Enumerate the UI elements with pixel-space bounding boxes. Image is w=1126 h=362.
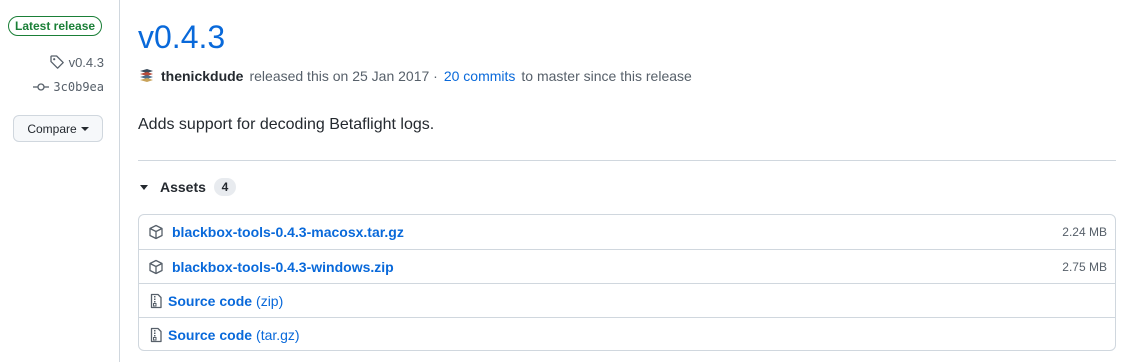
commit-link[interactable]: 3c0b9ea	[33, 80, 104, 94]
asset-row[interactable]: blackbox-tools-0.4.3-windows.zip 2.75 MB	[139, 249, 1115, 283]
source-code-format[interactable]: (zip)	[256, 293, 283, 309]
file-zip-icon	[150, 327, 162, 342]
tag-link[interactable]: v0.4.3	[49, 54, 104, 70]
compare-button-label: Compare	[27, 121, 77, 136]
file-zip-icon	[150, 293, 162, 308]
asset-size: 2.75 MB	[1062, 260, 1107, 274]
release-title[interactable]: v0.4.3	[138, 16, 225, 58]
release-page: Latest release v0.4.3 3c0b9ea Compare v0…	[0, 0, 1126, 362]
release-byline: thenickdude released this on 25 Jan 2017…	[138, 67, 692, 84]
released-text: released this on 25 Jan 2017 ·	[249, 67, 438, 84]
package-icon	[149, 224, 163, 240]
since-text: to master since this release	[521, 67, 692, 84]
avatar[interactable]	[138, 67, 155, 84]
assets-count-badge: 4	[213, 178, 236, 196]
source-code-link[interactable]: Source code	[168, 293, 252, 309]
assets-label: Assets	[160, 179, 206, 195]
asset-link[interactable]: blackbox-tools-0.4.3-macosx.tar.gz	[172, 224, 404, 240]
tag-label: v0.4.3	[68, 54, 104, 70]
package-icon	[149, 259, 163, 274]
assets-toggle[interactable]: Assets 4	[140, 178, 236, 196]
asset-row[interactable]: Source code (zip)	[139, 283, 1115, 317]
release-meta-sidebar: Latest release v0.4.3 3c0b9ea Compare	[0, 0, 120, 362]
asset-size: 2.24 MB	[1062, 225, 1107, 239]
section-divider	[138, 160, 1116, 161]
asset-row[interactable]: blackbox-tools-0.4.3-macosx.tar.gz 2.24 …	[139, 215, 1115, 249]
compare-button[interactable]: Compare	[13, 115, 103, 142]
column-divider	[119, 0, 120, 362]
source-code-link[interactable]: Source code	[168, 327, 252, 343]
commits-link[interactable]: 20 commits	[444, 68, 516, 84]
asset-link[interactable]: blackbox-tools-0.4.3-windows.zip	[172, 259, 394, 275]
author-link[interactable]: thenickdude	[161, 68, 243, 84]
assets-list: blackbox-tools-0.4.3-macosx.tar.gz 2.24 …	[138, 214, 1116, 351]
latest-release-badge: Latest release	[8, 16, 103, 36]
commit-sha: 3c0b9ea	[53, 80, 104, 94]
chevron-down-icon	[80, 126, 89, 131]
asset-row[interactable]: Source code (tar.gz)	[139, 317, 1115, 351]
tag-icon	[49, 55, 64, 69]
release-description: Adds support for decoding Betaflight log…	[138, 116, 435, 133]
git-commit-icon	[33, 83, 50, 91]
source-code-format[interactable]: (tar.gz)	[256, 327, 300, 343]
triangle-down-icon	[140, 184, 148, 190]
